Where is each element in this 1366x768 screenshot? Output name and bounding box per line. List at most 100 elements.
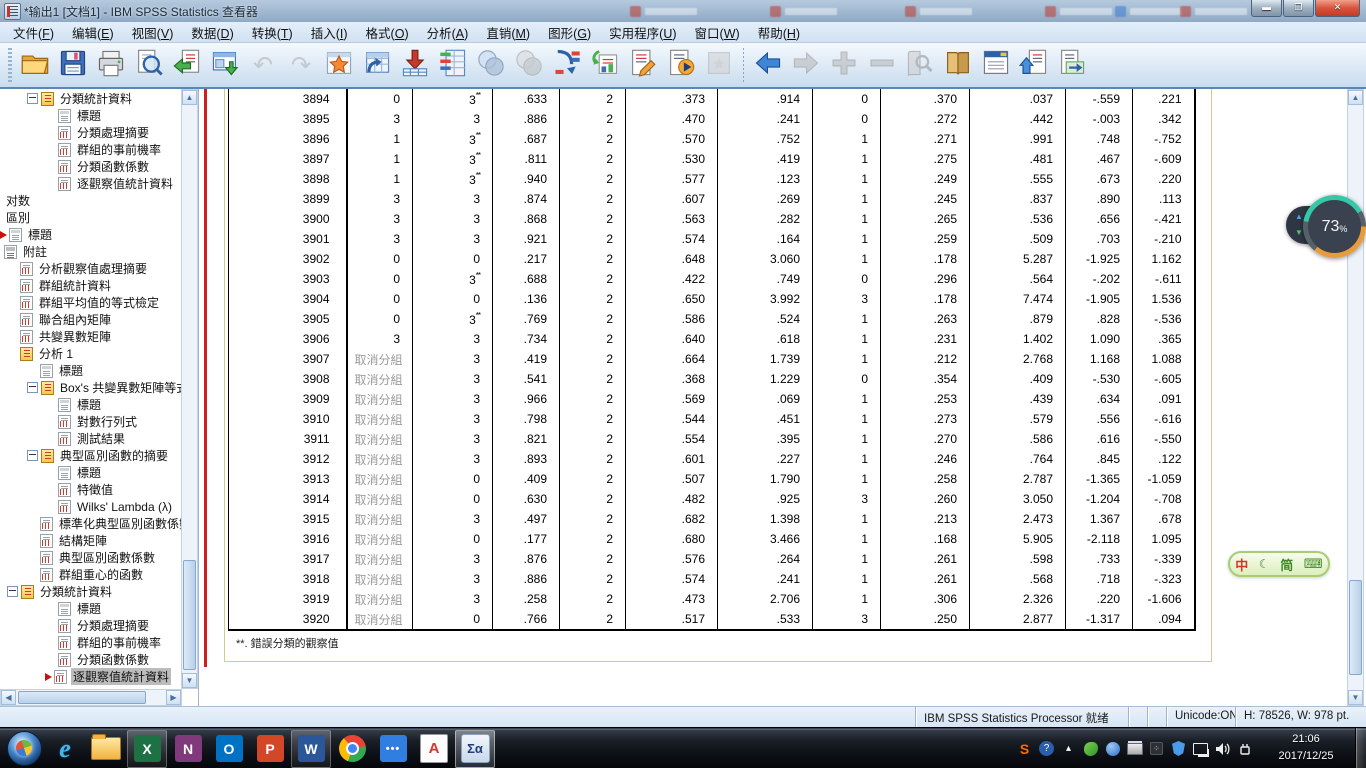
save-document-button[interactable] [54,46,92,84]
show-desktop-button[interactable] [1355,728,1366,768]
outline-item-14[interactable]: 共變異數矩陣 [0,328,182,345]
show-hidden-icons-icon[interactable]: ▴ [1059,739,1078,759]
open-data-document-button[interactable] [16,46,54,84]
outline-item-23[interactable]: 特徵值 [0,481,182,498]
pc-manager-shield-icon[interactable] [1169,739,1188,759]
outline-item-21[interactable]: 典型區別函數的摘要 [0,447,182,464]
show-variables-button[interactable] [434,46,472,84]
menu-format[interactable]: 格式(O) [357,21,418,44]
sogou-input-icon[interactable]: S [1015,739,1034,759]
outline-item-13[interactable]: 聯合組內矩陣 [0,311,182,328]
volume-icon[interactable] [1213,739,1232,759]
menu-transform[interactable]: 转换(T) [243,21,302,44]
content-vertical-scrollbar[interactable]: ▲ ▼ [1347,89,1364,706]
export-output-button[interactable] [168,46,206,84]
outline-item-10[interactable]: 分析觀察值處理摘要 [0,260,182,277]
minimize-button[interactable]: ▬ [1251,0,1282,17]
outline-item-24[interactable]: Wilks' Lambda (λ) [0,498,182,515]
scroll-down-icon[interactable]: ▼ [182,673,197,688]
assistant-blue-icon[interactable] [1103,739,1122,759]
outline-vertical-scrollbar[interactable]: ▲ ▼ [181,89,198,689]
scroll-thumb[interactable] [183,560,196,670]
menu-help[interactable]: 帮助(H) [749,21,809,44]
outlook-taskbar-button[interactable]: O [209,730,249,768]
outline-item-22[interactable]: 標題 [0,464,182,481]
power-plug-icon[interactable] [1235,739,1254,759]
dropbox-icon[interactable]: ⁘ [1147,739,1166,759]
outline-item-34[interactable]: 逐觀察值統計資料 [0,668,182,685]
security-green-icon[interactable] [1081,739,1100,759]
insert-new-text-button[interactable] [1053,46,1091,84]
outline-item-9[interactable]: 附註 [0,243,182,260]
recall-chart-dialog-button[interactable] [320,46,358,84]
menu-data[interactable]: 数据(D) [182,21,242,44]
outline-item-11[interactable]: 群組統計資料 [0,277,182,294]
show-outline-pane-button[interactable] [977,46,1015,84]
outline-item-8[interactable]: 標題 [0,226,182,243]
scroll-down-icon[interactable]: ▼ [1348,690,1363,705]
excel-taskbar-button[interactable]: X [127,729,167,768]
taskbar-clock[interactable]: 21:06 2017/12/25 [1260,731,1352,765]
outline-item-27[interactable]: 典型區別函數係數 [0,549,182,566]
menu-direct-marketing[interactable]: 直销(M) [477,21,539,44]
insert-heading-button[interactable] [1015,46,1053,84]
ime-language-indicator[interactable]: 中 [1235,555,1248,574]
outline-item-7[interactable]: 區別 [0,209,182,226]
cloud-disk-taskbar-button[interactable]: ••• [373,730,413,768]
ime-moon-icon[interactable]: ☾ [1259,557,1270,571]
dictionary-taskbar-button[interactable]: A [414,730,454,768]
outline-item-4[interactable]: 分類函數係數 [0,158,182,175]
scroll-thumb[interactable] [1349,580,1362,675]
spss-taskbar-button[interactable]: Σα [455,729,495,768]
goto-case-button[interactable] [548,46,586,84]
outline-item-0[interactable]: 分類統計資料 [0,90,182,107]
outline-item-1[interactable]: 標題 [0,107,182,124]
outline-item-31[interactable]: 分類處理摘要 [0,617,182,634]
outline-item-18[interactable]: 標題 [0,396,182,413]
menu-utilities[interactable]: 实用程序(U) [600,21,685,44]
collapse-expander-icon[interactable] [27,450,38,461]
outline-item-12[interactable]: 群組平均值的等式檢定 [0,294,182,311]
ime-charset-indicator[interactable]: 简 [1280,555,1293,574]
scroll-up-icon[interactable]: ▲ [182,90,197,105]
internet-explorer-taskbar-button[interactable]: e [45,730,85,768]
menu-graphs[interactable]: 图形(G) [539,21,600,44]
promote-outline-button[interactable] [749,46,787,84]
ime-toolbar-widget[interactable]: 中 ☾ 简 ⌨ [1228,551,1330,577]
outline-item-28[interactable]: 群組重心的函數 [0,566,182,583]
outline-item-2[interactable]: 分類處理摘要 [0,124,182,141]
outline-horizontal-scrollbar[interactable]: ◀ ▶ [0,689,182,706]
menu-file[interactable]: 文件(F) [4,21,63,44]
casewise-statistics-table[interactable]: 3894 0 3** .633 2.373.914 0.370.037 -.559.221 3… [228,89,1196,631]
edit-outline-button[interactable] [624,46,662,84]
outline-item-15[interactable]: 分析 1 [0,345,182,362]
menu-insert[interactable]: 插入(I) [302,21,357,44]
onenote-taskbar-button[interactable]: N [168,730,208,768]
windows-explorer-taskbar-button[interactable] [86,730,126,768]
menu-window[interactable]: 窗口(W) [686,21,749,44]
outline-item-25[interactable]: 標準化典型區別函數係數 [0,515,182,532]
outline-item-20[interactable]: 測試結果 [0,430,182,447]
help-bubble-icon[interactable]: ? [1037,739,1056,759]
network-status-icon[interactable] [1191,739,1210,759]
outline-item-33[interactable]: 分類函數係數 [0,651,182,668]
collapse-expander-icon[interactable] [27,382,38,393]
chrome-taskbar-button[interactable] [332,730,372,768]
outline-item-16[interactable]: 標題 [0,362,182,379]
menu-view[interactable]: 视图(V) [123,21,183,44]
outline-item-6[interactable]: 对数 [0,192,182,209]
toolbar-grip[interactable] [8,48,12,82]
run-script-button[interactable] [662,46,700,84]
scroll-thumb[interactable] [18,691,146,704]
outline-item-17[interactable]: Box's 共變異數矩陣等式 [0,379,182,396]
outline-item-26[interactable]: 結構矩陣 [0,532,182,549]
designate-window-button[interactable] [206,46,244,84]
restore-button[interactable]: ❐ [1283,0,1314,17]
collapse-expander-icon[interactable] [27,93,38,104]
word-taskbar-button[interactable]: W [291,729,331,768]
collapse-expander-icon[interactable] [7,586,18,597]
ime-keyboard-icon[interactable]: ⌨ [1304,556,1323,572]
outline-item-5[interactable]: 逐觀察值統計資料 [0,175,182,192]
insert-pivot-table-button[interactable] [396,46,434,84]
print-preview-button[interactable] [130,46,168,84]
